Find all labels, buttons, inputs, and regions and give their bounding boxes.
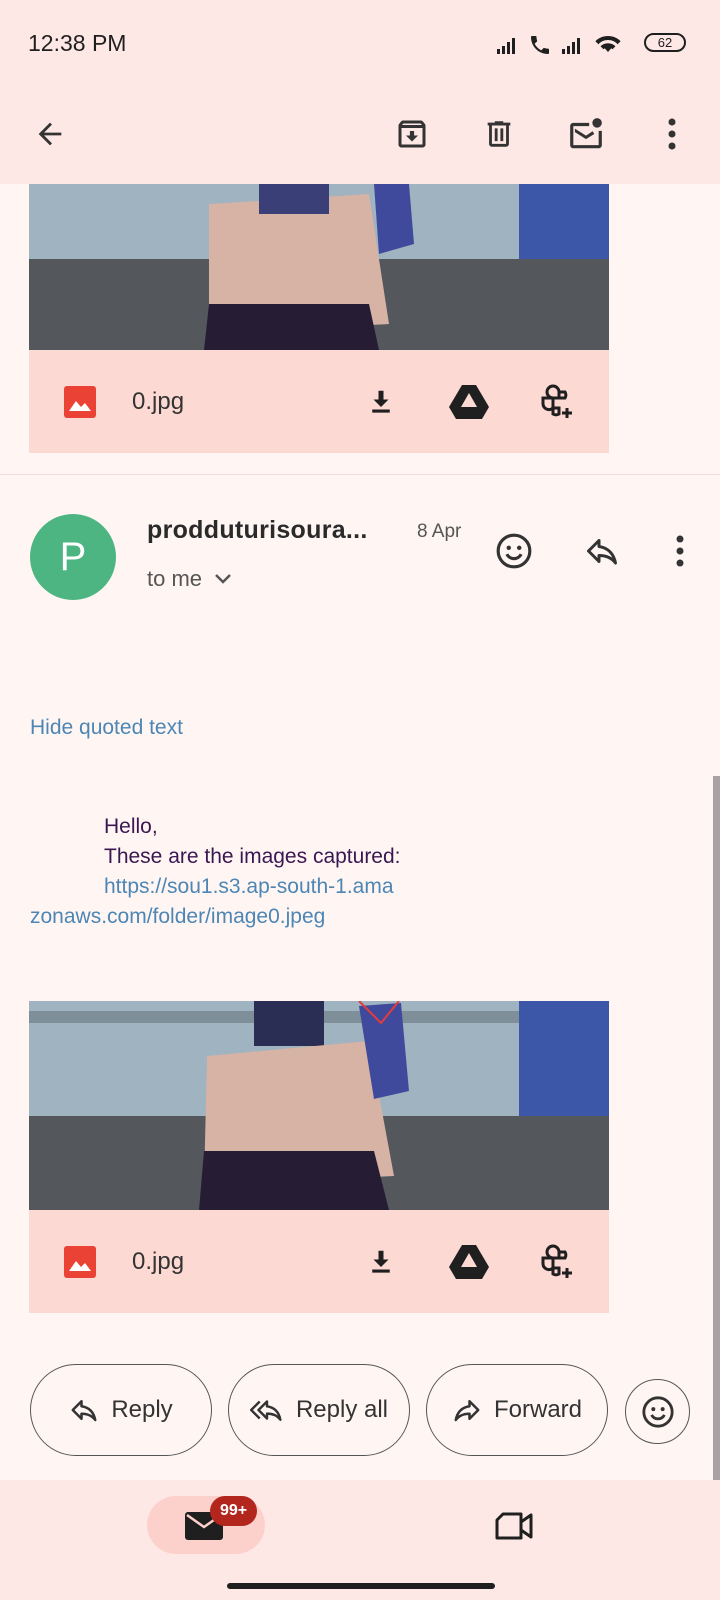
image-file-icon <box>64 1246 96 1278</box>
status-time: 12:38 PM <box>28 30 127 56</box>
emoji-react-button[interactable] <box>625 1379 690 1444</box>
image-link-part2[interactable]: zonaws.com/folder/image0.jpeg <box>30 902 500 932</box>
message-date: 8 Apr <box>417 521 462 542</box>
emoji-react-icon[interactable] <box>490 527 538 575</box>
emoji-icon <box>641 1395 674 1428</box>
signal-2-icon <box>562 38 580 54</box>
reply-all-icon <box>249 1400 282 1421</box>
forward-icon <box>454 1400 480 1422</box>
attachment-bar: 0.jpg <box>29 350 609 453</box>
attachment-bar: 0.jpg <box>29 1210 609 1313</box>
recipient-details-toggle[interactable]: to me <box>147 566 232 592</box>
body-line: These are the images captured: <box>104 845 401 868</box>
reply-button[interactable]: Reply <box>30 1364 212 1456</box>
attachment-image-preview[interactable] <box>29 184 609 350</box>
unread-count-badge: 99+ <box>210 1496 258 1526</box>
message-more-icon[interactable] <box>656 527 704 575</box>
image-file-icon <box>64 386 96 418</box>
avatar[interactable]: P <box>30 514 116 600</box>
image-link-part1[interactable]: https://sou1.s3.ap-south-1.ama <box>30 872 500 902</box>
forward-button[interactable]: Forward <box>426 1364 608 1456</box>
drive-icon[interactable] <box>445 378 493 426</box>
trash-icon[interactable] <box>475 110 523 158</box>
reply-icon <box>71 1400 97 1422</box>
more-vert-icon[interactable] <box>648 110 696 158</box>
back-arrow-icon[interactable] <box>26 110 74 158</box>
attachment-filename: 0.jpg <box>132 388 185 415</box>
add-to-photos-icon[interactable] <box>533 1238 581 1286</box>
download-icon[interactable] <box>357 1238 405 1286</box>
attachment-image-preview[interactable] <box>29 1001 609 1210</box>
gesture-handle <box>227 1583 495 1589</box>
wifi-calling-icon <box>531 36 549 54</box>
message-divider <box>0 474 720 475</box>
reply-all-label: Reply all <box>295 1396 389 1423</box>
body-greeting: Hello, <box>104 815 158 838</box>
bottom-navigation <box>0 1480 720 1600</box>
archive-icon[interactable] <box>388 110 436 158</box>
meet-video-icon[interactable] <box>491 1502 539 1550</box>
reply-icon[interactable] <box>578 527 626 575</box>
battery-indicator: 62 <box>644 33 686 52</box>
reply-all-button[interactable]: Reply all <box>228 1364 410 1456</box>
signal-1-icon <box>497 38 515 54</box>
hide-quoted-text-link[interactable]: Hide quoted text <box>30 716 183 740</box>
recipient-label: to me <box>147 566 203 591</box>
scrollbar[interactable] <box>713 776 720 1481</box>
email-toolbar <box>0 84 720 184</box>
message-body: Hello, These are the images captured: ht… <box>30 812 500 932</box>
sender-name[interactable]: prodduturisoura... <box>147 516 368 545</box>
add-to-photos-icon[interactable] <box>533 378 581 426</box>
status-bar: 12:38 PM 62 <box>0 0 720 84</box>
attachment-filename: 0.jpg <box>132 1248 185 1275</box>
forward-label: Forward <box>493 1396 583 1423</box>
reply-label: Reply <box>111 1396 173 1423</box>
mark-unread-icon[interactable] <box>562 110 610 158</box>
chevron-down-icon <box>215 574 231 584</box>
wifi-icon <box>595 36 621 52</box>
drive-icon[interactable] <box>445 1238 493 1286</box>
download-icon[interactable] <box>357 378 405 426</box>
